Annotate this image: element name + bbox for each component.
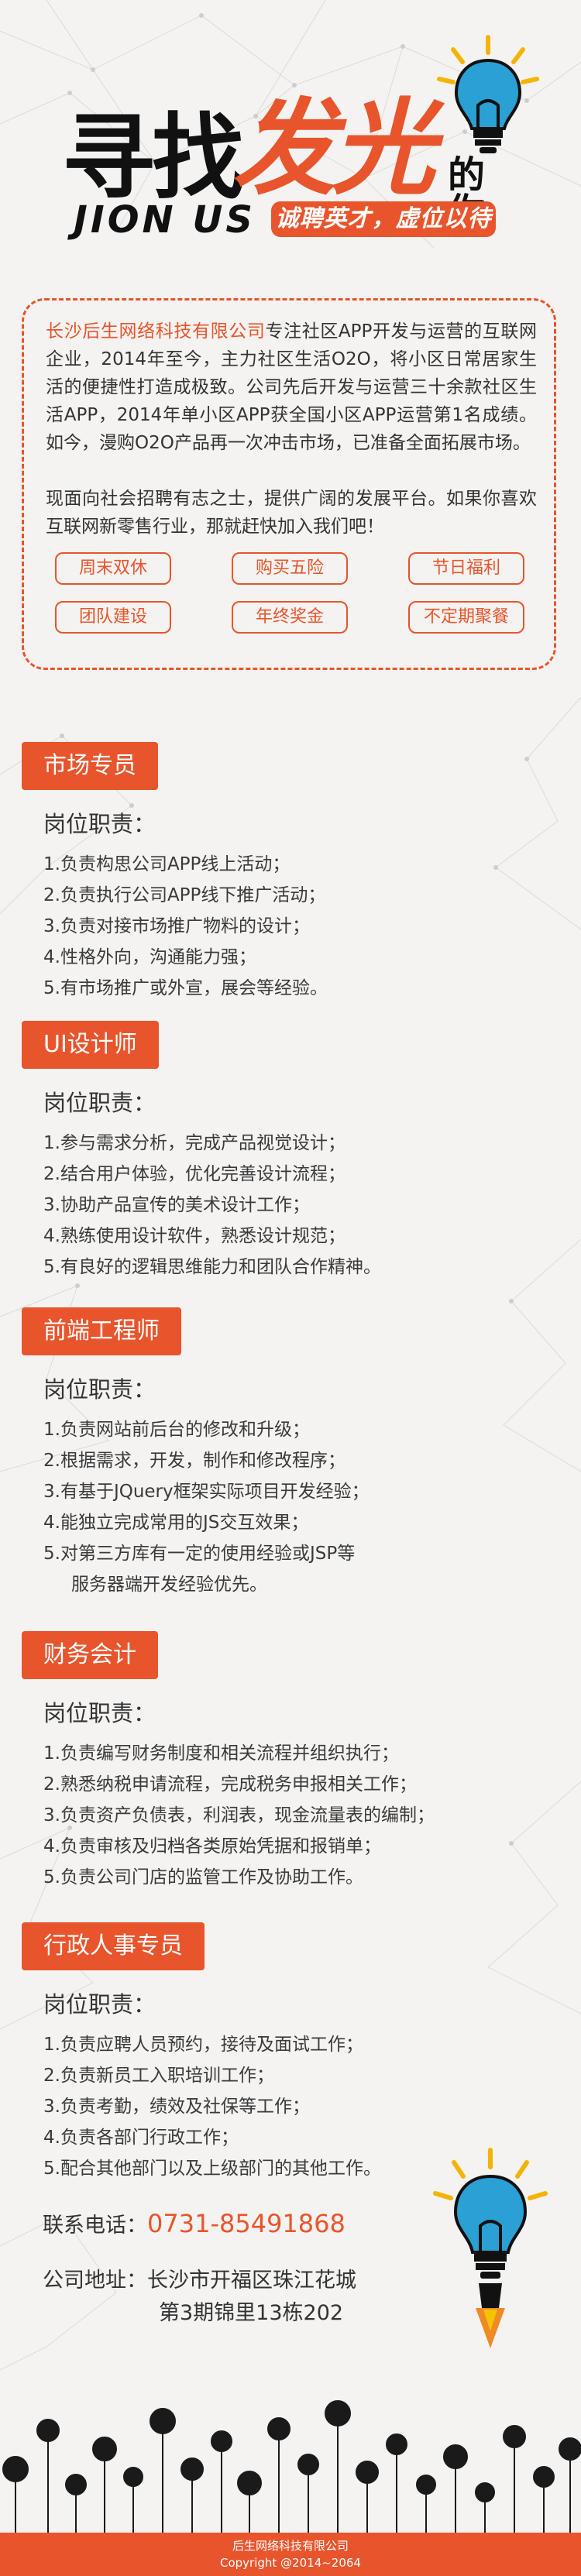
benefit-tag: 购买五险	[232, 552, 348, 585]
benefit-tag: 年终奖金	[232, 601, 348, 634]
hero-title: 寻找 发光 的你 JION US 诚聘英才，虚位以待	[39, 97, 496, 239]
benefit-tag: 不定期聚餐	[408, 601, 524, 634]
list-item: 4.熟练使用设计软件，熟悉设计规范；	[43, 1226, 346, 1246]
address-label: 公司地址：	[43, 2269, 147, 2293]
phone-label: 联系电话：	[43, 2214, 147, 2238]
list-item: 4.能独立完成常用的JS交互效果；	[43, 1513, 309, 1533]
list-item: 1.负责编写财务制度和相关流程并组织执行；	[43, 1743, 399, 1764]
list-item: 2.熟悉纳税申请流程，完成税务申报相关工作；	[43, 1774, 417, 1795]
list-item: 5.负责公司门店的监管工作及协助工作。	[43, 1867, 363, 1887]
job-title: 行政人事专员	[22, 1922, 205, 1970]
intro-text: 长沙后生网络科技有限公司专注社区APP开发与运营的互联网企业，2014年至今，主…	[46, 318, 537, 541]
address-line-1: 长沙市开福区珠江花城	[147, 2269, 356, 2293]
list-item: 5.对第三方库有一定的使用经验或JSP等	[43, 1544, 356, 1564]
duty-label: 岗位职责：	[43, 1700, 156, 1726]
list-item: 2.负责新员工入职培训工作；	[43, 2066, 274, 2086]
job-section-accountant: 财务会计 岗位职责： 1.负责编写财务制度和相关流程并组织执行； 2.熟悉纳税申…	[22, 1631, 556, 1894]
job-section-frontend: 前端工程师 岗位职责： 1.负责网站前后台的修改和升级； 2.根据需求，开发，制…	[22, 1307, 556, 1602]
hero-header: 寻找 发光 的你 JION US 诚聘英才，虚位以待	[0, 0, 581, 279]
list-item: 1.负责构思公司APP线上活动；	[43, 854, 290, 874]
footer-copyright: Copyright @2014~2064	[220, 2556, 361, 2570]
job-title: 前端工程师	[22, 1307, 181, 1355]
duty-list: 1.参与需求分析，完成产品视觉设计； 2.结合用户体验，优化完善设计流程； 3.…	[43, 1128, 547, 1283]
list-item: 2.根据需求，开发，制作和修改程序；	[43, 1451, 346, 1471]
phone-number[interactable]: 0731-85491868	[147, 2209, 346, 2238]
list-item: 服务器端开发经验优先。	[43, 1569, 547, 1600]
job-title: UI设计师	[22, 1021, 159, 1069]
list-item: 1.负责应聘人员预约，接待及面试工作；	[43, 2035, 363, 2055]
company-intro-card: 长沙后生网络科技有限公司专注社区APP开发与运营的互联网企业，2014年至今，主…	[22, 298, 556, 670]
duty-label: 岗位职责：	[43, 1376, 156, 1403]
job-title: 财务会计	[22, 1631, 158, 1679]
address-row: 公司地址：长沙市开福区珠江花城	[43, 2270, 356, 2291]
duty-label: 岗位职责：	[43, 1991, 156, 2018]
intro-paragraph-2: 现面向社会招聘有志之士，提供广阔的发展平台。如果你喜欢互联网新零售行业，那就赶快…	[46, 489, 537, 537]
english-subtitle: JION US	[74, 198, 256, 242]
list-item: 1.参与需求分析，完成产品视觉设计；	[43, 1133, 346, 1153]
footer-company: 后生网络科技有限公司	[232, 2539, 349, 2553]
list-item: 5.有良好的逻辑思维能力和团队合作精神。	[43, 1257, 381, 1277]
list-item: 3.协助产品宣传的美术设计工作；	[43, 1195, 310, 1215]
list-item: 3.有基于JQuery框架实际项目开发经验；	[43, 1482, 370, 1502]
title-highlight: 发光	[232, 88, 435, 209]
list-item: 1.负责网站前后台的修改和升级；	[43, 1420, 310, 1440]
list-item: 4.负责审核及归档各类原始凭据和报销单；	[43, 1836, 381, 1856]
benefit-tag: 团队建设	[55, 601, 171, 634]
list-item: 3.负责考勤，绩效及社保等工作；	[43, 2097, 310, 2117]
benefit-tag: 节日福利	[408, 552, 524, 585]
job-section-ui-designer: UI设计师 岗位职责： 1.参与需求分析，完成产品视觉设计； 2.结合用户体验，…	[22, 1021, 556, 1277]
duty-label: 岗位职责：	[43, 811, 156, 837]
job-section-marketing: 市场专员 岗位职责： 1.负责构思公司APP线上活动； 2.负责执行公司APP线…	[22, 742, 556, 998]
list-item: 2.结合用户体验，优化完善设计流程；	[43, 1164, 346, 1184]
list-item: 4.性格外向，沟通能力强；	[43, 947, 256, 967]
rocket-lightbulb-icon	[433, 2148, 548, 2348]
list-item: 3.负责资产负债表，利润表，现金流量表的编制；	[43, 1805, 435, 1826]
duty-label: 岗位职责：	[43, 1090, 156, 1116]
phone-row: 联系电话：0731-85491868	[43, 2211, 346, 2236]
company-name: 长沙后生网络科技有限公司	[46, 321, 266, 342]
list-item: 5.有市场推广或外宣，展会等经验。	[43, 978, 328, 998]
address-line-2: 第3期锦里13栋202	[159, 2301, 344, 2325]
list-item: 2.负责执行公司APP线下推广活动；	[43, 885, 326, 905]
footer: 后生网络科技有限公司 Copyright @2014~2064	[0, 2533, 581, 2576]
title-part1: 寻找	[62, 105, 245, 212]
lightbulb-icon	[437, 35, 539, 153]
duty-list: 1.负责网站前后台的修改和升级； 2.根据需求，开发，制作和修改程序； 3.有基…	[43, 1414, 547, 1600]
bulb-silhouettes-decoration	[2, 2400, 581, 2533]
benefit-tag: 周末双休	[55, 552, 171, 585]
duty-list: 1.负责编写财务制度和相关流程并组织执行； 2.熟悉纳税申请流程，完成税务申报相…	[43, 1738, 547, 1893]
list-item-continuation: 服务器端开发经验优先。	[71, 1575, 267, 1595]
duty-list: 1.负责构思公司APP线上活动； 2.负责执行公司APP线下推广活动； 3.负责…	[43, 849, 547, 1004]
job-title: 市场专员	[22, 742, 158, 790]
list-item: 3.负责对接市场推广物料的设计；	[43, 916, 310, 936]
slogan-badge: 诚聘英才，虚位以待	[271, 201, 496, 237]
